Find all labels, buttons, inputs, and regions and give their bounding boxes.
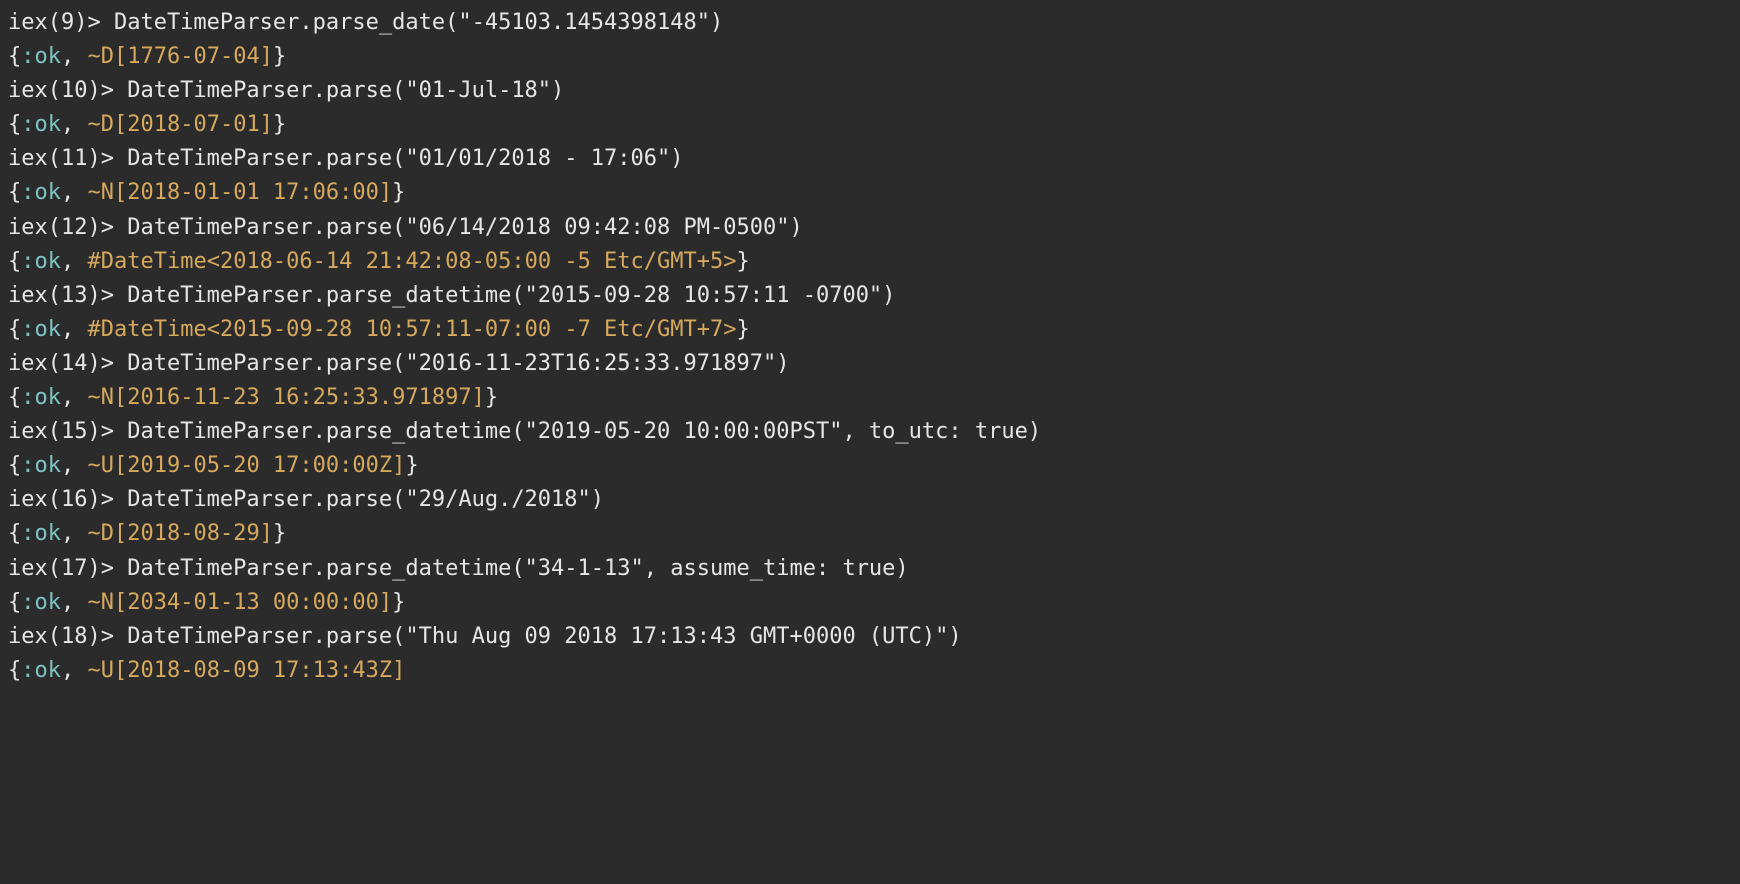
terminal-segment: } <box>737 317 750 342</box>
terminal-segment: , <box>61 180 88 205</box>
terminal-segment: } <box>273 521 286 546</box>
terminal-line: iex(12)> DateTimeParser.parse("06/14/201… <box>8 211 1732 245</box>
terminal-line: {:ok, ~U[2019-05-20 17:00:00Z]} <box>8 449 1732 483</box>
terminal-segment: , <box>61 44 88 69</box>
terminal-segment: iex(16)> DateTimeParser.parse("29/Aug./2… <box>8 487 604 512</box>
terminal-segment: , <box>61 590 88 615</box>
terminal-segment: { <box>8 44 21 69</box>
terminal-line: {:ok, ~N[2016-11-23 16:25:33.971897]} <box>8 381 1732 415</box>
terminal-segment: } <box>273 112 286 137</box>
terminal-segment: :ok <box>21 453 61 478</box>
terminal-segment: } <box>405 453 418 478</box>
terminal-segment: iex(9)> DateTimeParser.parse_date("-4510… <box>8 10 723 35</box>
terminal-segment: #DateTime<2018-06-14 21:42:08-05:00 -5 E… <box>88 249 737 274</box>
terminal-line: iex(10)> DateTimeParser.parse("01-Jul-18… <box>8 74 1732 108</box>
terminal-segment: :ok <box>21 521 61 546</box>
terminal-segment: iex(12)> DateTimeParser.parse("06/14/201… <box>8 215 803 240</box>
terminal-line: iex(16)> DateTimeParser.parse("29/Aug./2… <box>8 483 1732 517</box>
terminal-segment: , <box>61 249 88 274</box>
terminal-line: iex(9)> DateTimeParser.parse_date("-4510… <box>8 6 1732 40</box>
terminal-line: iex(14)> DateTimeParser.parse("2016-11-2… <box>8 347 1732 381</box>
terminal-segment: , <box>61 521 88 546</box>
terminal-segment: } <box>392 180 405 205</box>
terminal-segment: { <box>8 249 21 274</box>
terminal-line: iex(15)> DateTimeParser.parse_datetime("… <box>8 415 1732 449</box>
terminal-line: iex(13)> DateTimeParser.parse_datetime("… <box>8 279 1732 313</box>
terminal-segment: :ok <box>21 658 61 683</box>
terminal-segment: iex(13)> DateTimeParser.parse_datetime("… <box>8 283 895 308</box>
terminal-line: {:ok, #DateTime<2015-09-28 10:57:11-07:0… <box>8 313 1732 347</box>
terminal-segment: ~D[2018-07-01] <box>88 112 273 137</box>
terminal-segment: } <box>392 590 405 615</box>
terminal-segment: #DateTime<2015-09-28 10:57:11-07:00 -7 E… <box>88 317 737 342</box>
terminal-segment: , <box>61 658 88 683</box>
terminal-segment: ~N[2034-01-13 00:00:00] <box>88 590 393 615</box>
terminal-segment: iex(10)> DateTimeParser.parse("01-Jul-18… <box>8 78 564 103</box>
terminal-line: {:ok, ~U[2018-08-09 17:13:43Z] <box>8 654 1732 688</box>
terminal-segment: { <box>8 317 21 342</box>
terminal-line: iex(18)> DateTimeParser.parse("Thu Aug 0… <box>8 620 1732 654</box>
terminal-segment: } <box>273 44 286 69</box>
terminal-segment: :ok <box>21 590 61 615</box>
terminal-segment: iex(11)> DateTimeParser.parse("01/01/201… <box>8 146 684 171</box>
terminal-line: {:ok, ~D[2018-07-01]} <box>8 108 1732 142</box>
terminal-segment: :ok <box>21 112 61 137</box>
terminal-line: {:ok, #DateTime<2018-06-14 21:42:08-05:0… <box>8 245 1732 279</box>
terminal-segment: ~N[2016-11-23 16:25:33.971897] <box>88 385 485 410</box>
terminal-segment: ~N[2018-01-01 17:06:00] <box>88 180 393 205</box>
terminal-segment: { <box>8 521 21 546</box>
terminal-segment: :ok <box>21 180 61 205</box>
terminal-line: iex(11)> DateTimeParser.parse("01/01/201… <box>8 142 1732 176</box>
terminal-segment: ~U[2019-05-20 17:00:00Z] <box>88 453 406 478</box>
terminal-segment: ~D[1776-07-04] <box>88 44 273 69</box>
terminal-segment: , <box>61 112 88 137</box>
terminal-segment: ~D[2018-08-29] <box>88 521 273 546</box>
terminal-segment: iex(14)> DateTimeParser.parse("2016-11-2… <box>8 351 789 376</box>
terminal-segment: { <box>8 180 21 205</box>
terminal-segment: :ok <box>21 317 61 342</box>
terminal-segment: :ok <box>21 385 61 410</box>
terminal-segment: iex(15)> DateTimeParser.parse_datetime("… <box>8 419 1041 444</box>
terminal-line: {:ok, ~N[2018-01-01 17:06:00]} <box>8 176 1732 210</box>
terminal-segment: iex(17)> DateTimeParser.parse_datetime("… <box>8 556 909 581</box>
terminal-segment: } <box>485 385 498 410</box>
terminal-segment: { <box>8 112 21 137</box>
terminal-segment: , <box>61 385 88 410</box>
terminal-segment: , <box>61 453 88 478</box>
terminal-segment: ~U[2018-08-09 17:13:43Z] <box>88 658 406 683</box>
terminal-segment: :ok <box>21 249 61 274</box>
terminal-segment: { <box>8 385 21 410</box>
terminal-line: iex(17)> DateTimeParser.parse_datetime("… <box>8 552 1732 586</box>
terminal-segment: , <box>61 317 88 342</box>
terminal-segment: } <box>737 249 750 274</box>
terminal-segment: :ok <box>21 44 61 69</box>
terminal-line: {:ok, ~D[2018-08-29]} <box>8 517 1732 551</box>
terminal-output: iex(9)> DateTimeParser.parse_date("-4510… <box>0 0 1740 694</box>
terminal-segment: { <box>8 590 21 615</box>
terminal-line: {:ok, ~D[1776-07-04]} <box>8 40 1732 74</box>
terminal-segment: { <box>8 453 21 478</box>
terminal-segment: { <box>8 658 21 683</box>
terminal-segment: iex(18)> DateTimeParser.parse("Thu Aug 0… <box>8 624 962 649</box>
terminal-line: {:ok, ~N[2034-01-13 00:00:00]} <box>8 586 1732 620</box>
